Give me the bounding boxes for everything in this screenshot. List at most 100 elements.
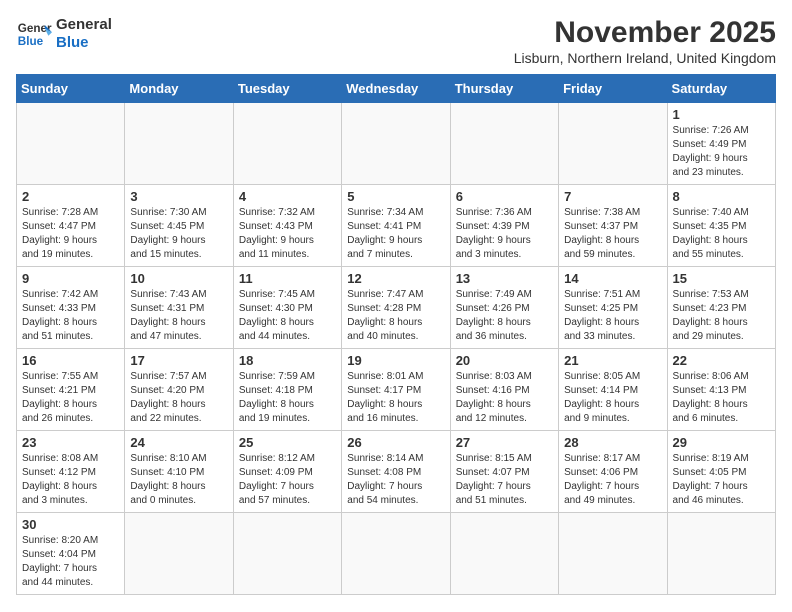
day-number: 24 [130, 435, 227, 450]
cell-content: Sunrise: 8:20 AMSunset: 4:04 PMDaylight:… [22, 534, 119, 590]
day-number: 16 [22, 353, 119, 368]
calendar-cell [125, 513, 233, 595]
cell-content: Sunrise: 8:06 AMSunset: 4:13 PMDaylight:… [673, 370, 770, 426]
cell-content: Sunrise: 8:15 AMSunset: 4:07 PMDaylight:… [456, 452, 553, 508]
day-number: 2 [22, 189, 119, 204]
day-number: 27 [456, 435, 553, 450]
calendar-cell: 3Sunrise: 7:30 AMSunset: 4:45 PMDaylight… [125, 185, 233, 267]
day-number: 10 [130, 271, 227, 286]
day-number: 22 [673, 353, 770, 368]
cell-content: Sunrise: 7:32 AMSunset: 4:43 PMDaylight:… [239, 206, 336, 262]
calendar-cell: 30Sunrise: 8:20 AMSunset: 4:04 PMDayligh… [17, 513, 125, 595]
calendar-cell: 23Sunrise: 8:08 AMSunset: 4:12 PMDayligh… [17, 431, 125, 513]
cell-content: Sunrise: 8:08 AMSunset: 4:12 PMDaylight:… [22, 452, 119, 508]
weekday-header-friday: Friday [559, 75, 667, 103]
calendar-cell: 13 Sunrise: 7:49 AMSunset: 4:26 PMDayligh… [450, 267, 558, 349]
day-number: 5 [347, 189, 444, 204]
calendar-cell: 25 Sunrise: 8:12 AMSunset: 4:09 PMDayligh… [233, 431, 341, 513]
calendar-cell [559, 513, 667, 595]
cell-content: Sunrise: 7:38 AMSunset: 4:37 PMDaylight:… [564, 206, 661, 262]
logo-icon: General Blue [16, 16, 52, 52]
day-number: 28 [564, 435, 661, 450]
location-text: Lisburn, Northern Ireland, United Kingdo… [514, 50, 776, 66]
day-number: 11 [239, 271, 336, 286]
day-number: 20 [456, 353, 553, 368]
calendar-cell: 14Sunrise: 7:51 AMSunset: 4:25 PMDayligh… [559, 267, 667, 349]
day-number: 19 [347, 353, 444, 368]
cell-content: Sunrise: 8:05 AMSunset: 4:14 PMDaylight:… [564, 370, 661, 426]
week-row-6: 30Sunrise: 8:20 AMSunset: 4:04 PMDayligh… [17, 513, 776, 595]
calendar-cell [233, 103, 341, 185]
calendar-cell [233, 513, 341, 595]
cell-content: Sunrise: 8:19 AMSunset: 4:05 PMDaylight:… [673, 452, 770, 508]
calendar-cell: 6Sunrise: 7:36 AMSunset: 4:39 PMDaylight… [450, 185, 558, 267]
day-number: 8 [673, 189, 770, 204]
cell-content: Sunrise: 8:01 AMSunset: 4:17 PMDaylight:… [347, 370, 444, 426]
cell-content: Sunrise: 7:36 AMSunset: 4:39 PMDaylight:… [456, 206, 553, 262]
day-number: 4 [239, 189, 336, 204]
calendar-cell: 15 Sunrise: 7:53 AMSunset: 4:23 PMDayligh… [667, 267, 775, 349]
calendar-cell [17, 103, 125, 185]
calendar-cell: 16 Sunrise: 7:55 AMSunset: 4:21 PMDayligh… [17, 349, 125, 431]
calendar-cell [667, 513, 775, 595]
calendar-cell: 19 Sunrise: 8:01 AMSunset: 4:17 PMDayligh… [342, 349, 450, 431]
weekday-header-saturday: Saturday [667, 75, 775, 103]
cell-content: Sunrise: 8:10 AMSunset: 4:10 PMDaylight:… [130, 452, 227, 508]
logo-blue-text: Blue [56, 34, 112, 52]
calendar-cell: 18Sunrise: 7:59 AMSunset: 4:18 PMDayligh… [233, 349, 341, 431]
day-number: 13 [456, 271, 553, 286]
day-number: 7 [564, 189, 661, 204]
day-number: 15 [673, 271, 770, 286]
calendar-cell: 22 Sunrise: 8:06 AMSunset: 4:13 PMDayligh… [667, 349, 775, 431]
day-number: 3 [130, 189, 227, 204]
weekday-header-thursday: Thursday [450, 75, 558, 103]
week-row-1: 1Sunrise: 7:26 AMSunset: 4:49 PMDaylight… [17, 103, 776, 185]
calendar-cell: 29 Sunrise: 8:19 AMSunset: 4:05 PMDayligh… [667, 431, 775, 513]
day-number: 29 [673, 435, 770, 450]
cell-content: Sunrise: 8:03 AMSunset: 4:16 PMDaylight:… [456, 370, 553, 426]
page-header: General Blue General Blue November 2025 … [16, 16, 776, 66]
calendar-cell: 21 Sunrise: 8:05 AMSunset: 4:14 PMDayligh… [559, 349, 667, 431]
day-number: 25 [239, 435, 336, 450]
calendar-cell: 5Sunrise: 7:34 AMSunset: 4:41 PMDaylight… [342, 185, 450, 267]
calendar-cell: 28 Sunrise: 8:17 AMSunset: 4:06 PMDayligh… [559, 431, 667, 513]
cell-content: Sunrise: 7:49 AMSunset: 4:26 PMDaylight:… [456, 288, 553, 344]
cell-content: Sunrise: 7:47 AMSunset: 4:28 PMDaylight:… [347, 288, 444, 344]
cell-content: Sunrise: 7:28 AMSunset: 4:47 PMDaylight:… [22, 206, 119, 262]
logo-general-text: General [56, 16, 112, 34]
day-number: 12 [347, 271, 444, 286]
calendar-cell [450, 103, 558, 185]
month-title: November 2025 [514, 16, 776, 50]
day-number: 1 [673, 107, 770, 122]
calendar-cell: 17Sunrise: 7:57 AMSunset: 4:20 PMDayligh… [125, 349, 233, 431]
calendar-cell [342, 513, 450, 595]
calendar-cell: 2 Sunrise: 7:28 AMSunset: 4:47 PMDaylight… [17, 185, 125, 267]
day-number: 17 [130, 353, 227, 368]
weekday-header-sunday: Sunday [17, 75, 125, 103]
title-block: November 2025 Lisburn, Northern Ireland,… [514, 16, 776, 66]
svg-text:Blue: Blue [18, 35, 44, 48]
calendar-cell: 11 Sunrise: 7:45 AMSunset: 4:30 PMDayligh… [233, 267, 341, 349]
day-number: 18 [239, 353, 336, 368]
cell-content: Sunrise: 8:14 AMSunset: 4:08 PMDaylight:… [347, 452, 444, 508]
week-row-2: 2 Sunrise: 7:28 AMSunset: 4:47 PMDaylight… [17, 185, 776, 267]
calendar-cell: 10Sunrise: 7:43 AMSunset: 4:31 PMDayligh… [125, 267, 233, 349]
calendar-cell: 24 Sunrise: 8:10 AMSunset: 4:10 PMDayligh… [125, 431, 233, 513]
calendar-cell [125, 103, 233, 185]
day-number: 21 [564, 353, 661, 368]
cell-content: Sunrise: 7:55 AMSunset: 4:21 PMDaylight:… [22, 370, 119, 426]
calendar-cell [342, 103, 450, 185]
day-number: 9 [22, 271, 119, 286]
weekday-header-wednesday: Wednesday [342, 75, 450, 103]
week-row-3: 9Sunrise: 7:42 AMSunset: 4:33 PMDaylight… [17, 267, 776, 349]
cell-content: Sunrise: 8:12 AMSunset: 4:09 PMDaylight:… [239, 452, 336, 508]
calendar-cell: 12 Sunrise: 7:47 AMSunset: 4:28 PMDayligh… [342, 267, 450, 349]
cell-content: Sunrise: 8:17 AMSunset: 4:06 PMDaylight:… [564, 452, 661, 508]
cell-content: Sunrise: 7:51 AMSunset: 4:25 PMDaylight:… [564, 288, 661, 344]
cell-content: Sunrise: 7:53 AMSunset: 4:23 PMDaylight:… [673, 288, 770, 344]
calendar-cell: 1Sunrise: 7:26 AMSunset: 4:49 PMDaylight… [667, 103, 775, 185]
week-row-5: 23Sunrise: 8:08 AMSunset: 4:12 PMDayligh… [17, 431, 776, 513]
calendar-cell: 20 Sunrise: 8:03 AMSunset: 4:16 PMDayligh… [450, 349, 558, 431]
cell-content: Sunrise: 7:45 AMSunset: 4:30 PMDaylight:… [239, 288, 336, 344]
weekday-header-monday: Monday [125, 75, 233, 103]
